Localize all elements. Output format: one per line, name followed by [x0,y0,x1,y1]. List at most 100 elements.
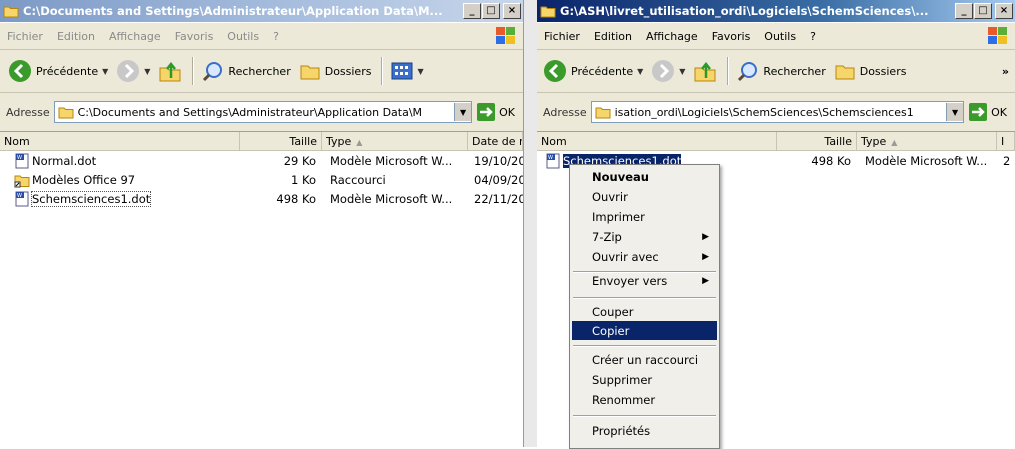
context-menu-item-imprimer[interactable]: Imprimer [572,207,717,226]
file-type: Modèle Microsoft W... [865,153,988,168]
column-date[interactable]: I [997,132,1015,150]
chevron-down-icon[interactable]: ▼ [679,67,685,76]
left-toolbar: Précédente ▼ ▼ Rechercher Dossiers ▼ [0,50,523,93]
maximize-button[interactable]: □ [974,3,992,19]
column-size[interactable]: Taille [777,132,857,150]
back-label: Précédente [36,64,99,78]
file-row-selected[interactable]: W Schemsciences1.dot 498 Ko Modèle Micro… [0,189,523,208]
close-button[interactable]: × [995,3,1013,19]
left-column-header: Nom Taille Type ▲ Date de r [0,132,523,151]
context-menu-item-ouvrir[interactable]: Ouvrir [572,187,717,206]
folders-button[interactable]: Dossiers [834,61,906,81]
file-name: Modèles Office 97 [32,172,136,187]
menu-favoris[interactable]: Favoris [168,30,221,43]
sort-ascending-icon: ▲ [356,138,363,147]
folders-button[interactable]: Dossiers [299,61,371,81]
menu-fichier[interactable]: Fichier [537,30,587,43]
file-date: 19/10/20 [474,153,523,168]
menu-help[interactable]: ? [803,30,823,43]
context-menu-item-couper[interactable]: Couper [572,302,717,321]
context-menu-item-ouvrir-avec[interactable]: Ouvrir avec ▶ [572,247,717,266]
toolbar-separator [727,57,730,85]
right-address-bar: Adresse isation_ordi\Logiciels\SchemScie… [537,93,1015,132]
column-date[interactable]: Date de r [468,132,523,150]
up-folder-button[interactable] [158,59,182,83]
address-value: C:\Documents and Settings\Administrateur… [77,105,423,119]
chevron-down-icon[interactable]: ▼ [637,67,643,76]
sort-ascending-icon: ▲ [891,138,898,147]
go-button[interactable]: OK [969,103,1007,121]
go-button[interactable]: OK [477,103,515,121]
close-button[interactable]: × [503,3,521,19]
context-menu-item-renommer[interactable]: Renommer [572,390,717,409]
column-size[interactable]: Taille [240,132,322,150]
menu-help[interactable]: ? [266,30,286,43]
column-type[interactable]: Type ▲ [322,132,468,150]
chevron-down-icon[interactable]: ▼ [144,67,150,76]
menu-fichier[interactable]: Fichier [0,30,50,43]
menu-edition[interactable]: Edition [587,30,639,43]
menu-outils[interactable]: Outils [220,30,266,43]
chevron-down-icon[interactable]: ▼ [102,67,108,76]
chevron-down-icon[interactable]: ▼ [946,103,964,121]
menu-favoris[interactable]: Favoris [705,30,758,43]
folder-icon [540,6,556,18]
up-folder-icon [159,61,181,82]
file-date: 22/11/20 [474,191,523,206]
folders-icon [835,65,855,80]
shortcut-folder-icon [14,175,30,187]
file-size: 29 Ko [283,153,316,168]
context-menu-item-proprietes[interactable]: Propriétés [572,421,717,440]
context-menu-item-creer-raccourci[interactable]: Créer un raccourci [572,350,717,369]
chevron-down-icon[interactable]: ▼ [454,103,472,121]
submenu-arrow-icon: ▶ [702,275,709,286]
context-menu-item-label: Envoyer vers [592,273,668,288]
forward-button[interactable]: ▼ [116,59,150,83]
context-menu-item-copier[interactable]: Copier [572,321,717,340]
maximize-button[interactable]: □ [482,3,500,19]
context-menu-item-supprimer[interactable]: Supprimer [572,370,717,389]
address-field[interactable]: C:\Documents and Settings\Administrateur… [53,101,473,123]
toolbar-overflow-button[interactable]: » [1002,65,1009,78]
back-arrow-icon [544,60,566,82]
context-menu-item-7zip[interactable]: 7-Zip ▶ [572,227,717,246]
context-menu-item-envoyer-vers[interactable]: Envoyer vers ▶ [572,271,717,290]
forward-button[interactable]: ▼ [651,59,685,83]
up-folder-button[interactable] [693,59,717,83]
column-name[interactable]: Nom [537,132,777,150]
menu-affichage[interactable]: Affichage [102,30,168,43]
go-arrow-icon [477,103,496,121]
toolbar-separator [381,57,384,85]
forward-arrow-icon [117,60,140,82]
search-icon [203,62,223,82]
column-name[interactable]: Nom [0,132,240,150]
file-type: Modèle Microsoft W... [330,191,453,206]
menu-affichage[interactable]: Affichage [639,30,705,43]
context-menu-item-nouveau[interactable]: Nouveau [572,167,717,186]
menu-edition[interactable]: Edition [50,30,102,43]
minimize-button[interactable]: _ [463,3,481,19]
left-title-bar[interactable]: C:\Documents and Settings\Administrateur… [0,0,523,22]
views-button[interactable]: ▼ [391,61,424,81]
file-type: Raccourci [330,172,386,187]
search-button[interactable]: Rechercher [202,60,291,82]
file-row[interactable]: Modèles Office 97 1 Ko Raccourci 04/09/2… [0,170,523,189]
context-menu: Nouveau Ouvrir Imprimer 7-Zip ▶ Ouvrir av… [569,164,720,449]
file-row[interactable]: W Normal.dot 29 Ko Modèle Microsoft W...… [0,151,523,170]
minimize-button[interactable]: _ [955,3,973,19]
go-arrow-icon [969,103,988,121]
left-file-list: W Normal.dot 29 Ko Modèle Microsoft W...… [0,151,523,447]
address-field[interactable]: isation_ordi\Logiciels\SchemSciences\Sch… [590,101,965,123]
folders-icon [300,65,320,80]
menu-outils[interactable]: Outils [757,30,803,43]
svg-text:W: W [17,155,22,161]
back-button[interactable]: Précédente ▼ [543,59,643,83]
file-date: 04/09/20 [474,172,523,187]
right-window-title: G:\ASH\livret_utilisation_ordi\Logiciels… [560,4,929,18]
svg-text:W: W [17,193,22,199]
chevron-down-icon[interactable]: ▼ [417,67,423,76]
back-button[interactable]: Précédente ▼ [8,59,108,83]
column-type[interactable]: Type ▲ [857,132,997,150]
right-title-bar[interactable]: G:\ASH\livret_utilisation_ordi\Logiciels… [537,0,1015,22]
search-button[interactable]: Rechercher [737,60,826,82]
